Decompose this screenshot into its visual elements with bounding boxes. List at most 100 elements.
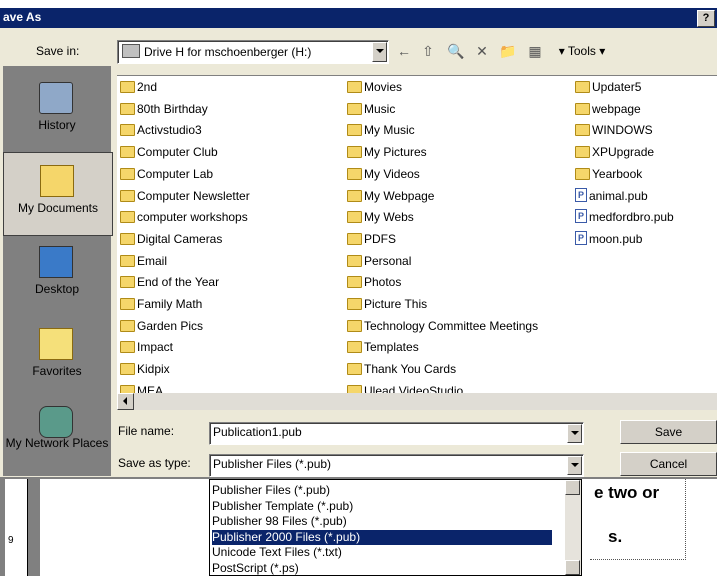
file-list-item[interactable]: Updater5 xyxy=(575,77,641,97)
up-folder-icon[interactable]: ⇧ xyxy=(419,41,437,61)
file-list-item[interactable]: Computer Club xyxy=(120,142,218,162)
new-folder-icon[interactable]: 📁 xyxy=(497,41,519,61)
file-list-item[interactable]: Digital Cameras xyxy=(120,229,222,249)
file-list-item[interactable]: computer workshops xyxy=(120,207,248,227)
places-bar: History My Documents Desktop Favorites M… xyxy=(3,66,113,476)
folder-icon xyxy=(347,341,362,354)
file-list-item[interactable]: Email xyxy=(120,251,167,271)
file-list-item[interactable]: Family Math xyxy=(120,294,202,314)
file-list-item[interactable]: Kidpix xyxy=(120,359,170,379)
type-option[interactable]: Publisher 2000 Files (*.pub) xyxy=(212,529,552,545)
save-as-type-select[interactable]: Publisher Files (*.pub) xyxy=(209,454,584,477)
back-icon[interactable]: ← xyxy=(395,41,413,61)
place-label: My Network Places xyxy=(5,436,109,450)
file-list-item[interactable]: 2nd xyxy=(120,77,157,97)
file-list-item[interactable]: Photos xyxy=(347,272,401,292)
scroll-down-arrow[interactable] xyxy=(565,560,580,575)
type-option[interactable]: PostScript (*.ps) xyxy=(212,561,552,576)
folder-icon xyxy=(575,146,590,159)
my-documents-icon xyxy=(40,165,74,197)
file-item-label: Computer Lab xyxy=(137,166,214,181)
file-list-item[interactable]: moon.pub xyxy=(575,228,642,249)
file-list-item[interactable]: Technology Committee Meetings xyxy=(347,316,538,336)
folder-icon xyxy=(347,276,362,289)
file-list-item[interactable]: Movies xyxy=(347,77,402,97)
ruler-number: 9 xyxy=(8,535,14,546)
tools-menu[interactable]: ▾ Tools ▾ xyxy=(548,41,616,61)
file-list-item[interactable]: Impact xyxy=(120,337,173,357)
place-label: History xyxy=(38,118,76,132)
file-list-item[interactable]: My Pictures xyxy=(347,142,427,162)
file-item-label: Kidpix xyxy=(137,362,170,377)
file-list-item[interactable]: Activstudio3 xyxy=(120,120,202,140)
file-list-item[interactable]: WINDOWS xyxy=(575,120,653,140)
file-list-item[interactable]: 80th Birthday xyxy=(120,99,208,119)
delete-icon[interactable]: ✕ xyxy=(472,41,492,61)
file-list-item[interactable]: Personal xyxy=(347,251,411,271)
file-item-label: Family Math xyxy=(137,297,203,311)
place-favorites[interactable]: Favorites xyxy=(3,316,111,398)
save-in-combo[interactable]: Drive H for mschoenberger (H:) xyxy=(117,40,389,64)
file-list-item[interactable]: End of the Year xyxy=(120,272,219,292)
file-item-label: Picture This xyxy=(364,297,428,311)
place-my-documents[interactable]: My Documents xyxy=(3,152,113,236)
place-desktop[interactable]: Desktop xyxy=(3,234,111,316)
file-list-hscrollbar[interactable] xyxy=(117,393,717,410)
place-label: Favorites xyxy=(32,364,82,378)
file-list-item[interactable]: Computer Lab xyxy=(120,164,213,184)
folder-icon xyxy=(347,146,362,159)
save-button[interactable]: Save xyxy=(620,420,717,444)
type-option[interactable]: Publisher 98 Files (*.pub) xyxy=(212,514,552,529)
file-list-item[interactable]: My Webpage xyxy=(347,186,434,206)
file-list-item[interactable]: Picture This xyxy=(347,294,427,314)
file-list-item[interactable]: PDFS xyxy=(347,229,396,249)
place-history[interactable]: History xyxy=(3,70,111,152)
file-list-item[interactable]: Music xyxy=(347,99,395,119)
file-item-label: Templates xyxy=(364,340,419,355)
scroll-up-arrow[interactable] xyxy=(565,480,580,495)
file-list-item[interactable]: Templates xyxy=(347,337,419,357)
file-item-label: My Videos xyxy=(364,166,420,181)
folder-icon xyxy=(347,319,362,332)
place-my-network-places[interactable]: My Network Places xyxy=(3,394,111,476)
scroll-left-arrow[interactable] xyxy=(117,393,134,410)
type-option[interactable]: Publisher Files (*.pub) xyxy=(212,483,552,498)
file-item-label: computer workshops xyxy=(137,210,248,225)
file-list-item[interactable]: My Videos xyxy=(347,164,420,184)
file-list-item[interactable]: My Music xyxy=(347,120,415,140)
file-list-item[interactable]: webpage xyxy=(575,99,641,119)
tools-label: Tools xyxy=(567,44,596,58)
file-list-item[interactable]: medfordbro.pub xyxy=(575,206,674,227)
file-list-item[interactable]: animal.pub xyxy=(575,185,648,206)
file-list-item[interactable]: Yearbook xyxy=(575,164,642,184)
file-list-item[interactable]: Thank You Cards xyxy=(347,359,456,379)
help-button[interactable]: ? xyxy=(697,10,715,27)
save-in-dropdown-button[interactable] xyxy=(372,42,387,62)
dropdown-scrollbar[interactable] xyxy=(565,480,581,575)
file-list-item[interactable]: XPUpgrade xyxy=(575,142,654,162)
file-item-label: Updater5 xyxy=(592,80,642,94)
file-list-item[interactable]: My Webs xyxy=(347,207,414,227)
search-web-icon[interactable]: 🔍 xyxy=(445,41,467,61)
file-list-item[interactable]: Garden Pics xyxy=(120,316,203,336)
top-strip xyxy=(0,0,717,8)
save-as-type-dropdown-button[interactable] xyxy=(567,456,582,475)
file-list-item[interactable]: Computer Newsletter xyxy=(120,186,250,206)
save-in-value: Drive H for mschoenberger (H:) xyxy=(144,45,312,59)
file-list[interactable]: 2nd 80th Birthday Activstudio3 Computer Clu… xyxy=(117,75,717,398)
views-icon[interactable]: ▦ xyxy=(524,41,546,61)
cancel-button-label: Cancel xyxy=(649,457,688,471)
save-as-type-dropdown-list[interactable]: Publisher Files (*.pub) Publisher Templat… xyxy=(209,479,582,576)
file-name-input[interactable]: Publication1.pub xyxy=(209,422,584,445)
folder-icon xyxy=(347,232,362,245)
file-name-dropdown-button[interactable] xyxy=(567,424,582,443)
type-option[interactable]: Unicode Text Files (*.txt) xyxy=(212,545,552,560)
file-item-label: 2nd xyxy=(137,80,158,94)
folder-icon xyxy=(575,124,590,137)
folder-icon xyxy=(347,254,362,267)
folder-icon xyxy=(120,167,135,180)
type-option[interactable]: Publisher Template (*.pub) xyxy=(212,499,552,514)
file-item-label: Impact xyxy=(137,340,174,355)
folder-icon xyxy=(120,211,135,224)
cancel-button[interactable]: Cancel xyxy=(620,452,717,476)
